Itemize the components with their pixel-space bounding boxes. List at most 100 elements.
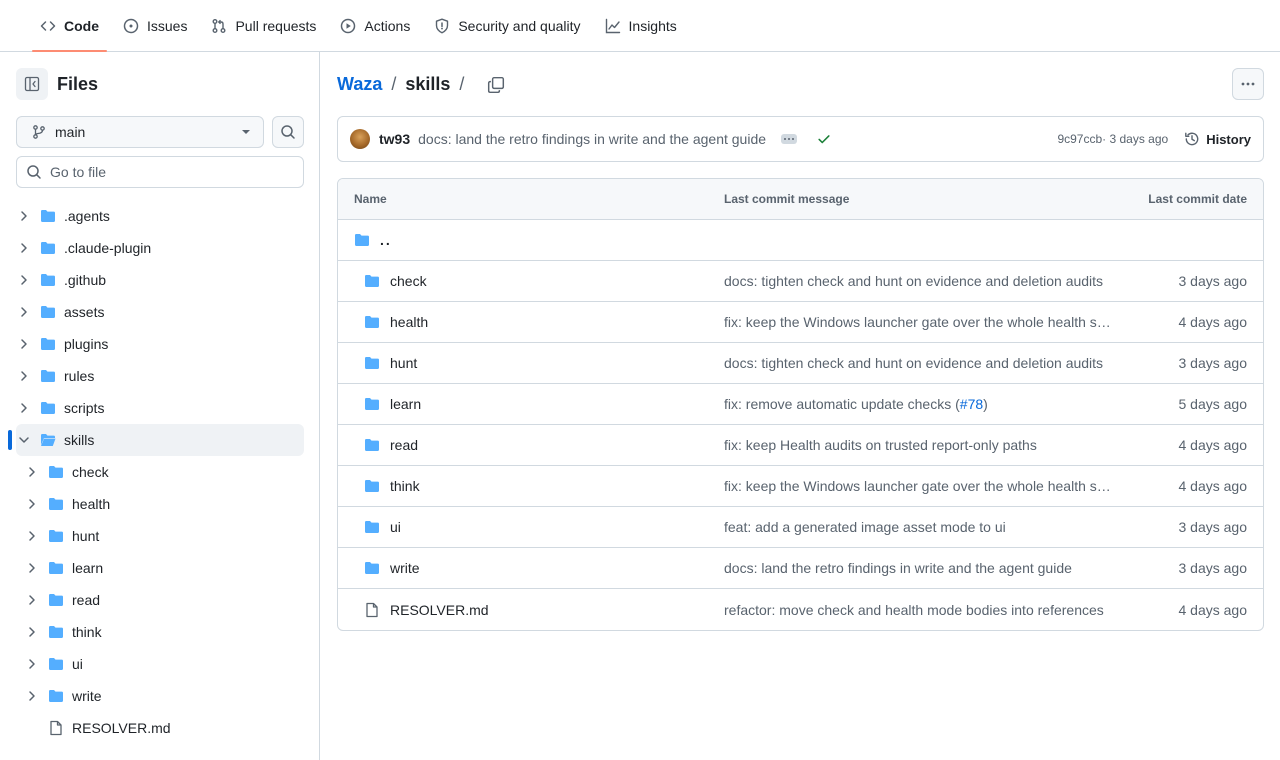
pull-request-icon	[211, 18, 235, 34]
table-row: think fix: keep the Windows launcher gate…	[338, 466, 1263, 507]
chevron-right-icon[interactable]	[24, 656, 40, 672]
chevron-right-icon[interactable]	[16, 304, 32, 320]
chevron-right-icon[interactable]	[24, 560, 40, 576]
tree-item-skills[interactable]: skills	[8, 424, 304, 456]
tab-insights[interactable]: Insights	[597, 0, 685, 52]
tree-item-assets[interactable]: assets	[16, 296, 304, 328]
tree-item-check[interactable]: check	[16, 456, 304, 488]
folder-icon	[364, 273, 380, 289]
chevron-right-icon[interactable]	[16, 208, 32, 224]
tab-issues[interactable]: Issues	[115, 0, 195, 52]
folder-icon	[364, 478, 380, 494]
commit-date: 4 days ago	[1178, 314, 1248, 330]
commit-author[interactable]: tw93	[379, 131, 410, 147]
tree-item-claude-plugin[interactable]: .claude-plugin	[16, 232, 304, 264]
commit-message-text: fix: keep Health audits on trusted repor…	[724, 437, 1037, 453]
file-name-link[interactable]: hunt	[390, 355, 417, 371]
commit-message-link[interactable]: docs: land the retro findings in write a…	[724, 560, 1179, 576]
file-name-cell: health	[354, 314, 724, 330]
branch-icon	[31, 124, 47, 140]
copy-path-button[interactable]	[487, 76, 505, 94]
chevron-right-icon[interactable]	[24, 592, 40, 608]
more-options-button[interactable]	[1232, 68, 1264, 100]
file-name-link[interactable]: RESOLVER.md	[390, 602, 489, 618]
tree-item-rules[interactable]: rules	[16, 360, 304, 392]
tree-item-label: .agents	[64, 208, 110, 224]
commit-message[interactable]: docs: land the retro findings in write a…	[418, 131, 766, 147]
commit-date: 3 days ago	[1178, 273, 1248, 289]
breadcrumb-separator: /	[459, 74, 465, 94]
table-row: health fix: keep the Windows launcher gat…	[338, 302, 1263, 343]
tree-item-health[interactable]: health	[16, 488, 304, 520]
tab-actions[interactable]: Actions	[332, 0, 418, 52]
folder-icon	[48, 656, 64, 672]
commit-message-link[interactable]: fix: keep the Windows launcher gate over…	[724, 478, 1179, 494]
tab-code[interactable]: Code	[32, 0, 107, 52]
table-row: read fix: keep Health audits on trusted r…	[338, 425, 1263, 466]
file-name-link[interactable]: health	[390, 314, 428, 330]
file-name-link[interactable]: ui	[390, 519, 401, 535]
commit-sha[interactable]: 9c97ccb	[1057, 132, 1102, 146]
file-name-link[interactable]: think	[390, 478, 420, 494]
commit-message-link[interactable]: fix: keep the Windows launcher gate over…	[724, 314, 1179, 330]
file-name-cell: ui	[354, 519, 724, 535]
file-table: Name Last commit message Last commit dat…	[337, 178, 1264, 631]
commit-message-text: docs: tighten check and hunt on evidence…	[724, 355, 1104, 371]
table-row: hunt docs: tighten check and hunt on evid…	[338, 343, 1263, 384]
commit-date: 4 days ago	[1178, 437, 1248, 453]
file-name-link[interactable]: check	[390, 273, 427, 289]
tree-item-learn[interactable]: learn	[16, 552, 304, 584]
tree-item-read[interactable]: read	[16, 584, 304, 616]
parent-directory-cell: ..	[354, 232, 724, 248]
commit-message-link[interactable]: fix: remove automatic update checks (#78…	[724, 396, 1179, 412]
chevron-down-icon[interactable]	[16, 432, 32, 448]
search-files-button[interactable]	[272, 116, 304, 148]
tree-item-agents[interactable]: .agents	[16, 200, 304, 232]
file-name-cell: check	[354, 273, 724, 289]
chevron-right-icon[interactable]	[24, 528, 40, 544]
tree-item-scripts[interactable]: scripts	[16, 392, 304, 424]
commit-message-link[interactable]: feat: add a generated image asset mode t…	[724, 519, 1179, 535]
chevron-right-icon[interactable]	[24, 624, 40, 640]
chevron-right-icon[interactable]	[16, 272, 32, 288]
expand-commit-button[interactable]	[781, 134, 798, 144]
play-icon	[340, 18, 364, 34]
tree-item-plugins[interactable]: plugins	[16, 328, 304, 360]
chevron-right-icon[interactable]	[24, 496, 40, 512]
pull-request-link[interactable]: #78	[960, 396, 983, 412]
go-to-file-field[interactable]	[16, 156, 304, 188]
breadcrumb-repo-link[interactable]: Waza	[337, 74, 382, 95]
tab-security[interactable]: Security and quality	[426, 0, 588, 52]
tree-item-think[interactable]: think	[16, 616, 304, 648]
branch-selector[interactable]: main	[16, 116, 264, 148]
check-icon[interactable]	[817, 132, 831, 146]
collapse-sidebar-button[interactable]	[16, 68, 48, 100]
commit-message-link[interactable]: refactor: move check and health mode bod…	[724, 602, 1179, 618]
chevron-right-icon[interactable]	[16, 400, 32, 416]
parent-directory-link[interactable]: ..	[380, 232, 392, 248]
tree-item-ui[interactable]: ui	[16, 648, 304, 680]
file-name-link[interactable]: write	[390, 560, 420, 576]
tree-item-github[interactable]: .github	[16, 264, 304, 296]
tree-item-hunt[interactable]: hunt	[16, 520, 304, 552]
commit-message-link[interactable]: docs: tighten check and hunt on evidence…	[724, 355, 1179, 371]
chevron-right-icon[interactable]	[24, 688, 40, 704]
tab-pull-requests[interactable]: Pull requests	[203, 0, 324, 52]
go-to-file-input[interactable]	[50, 164, 290, 180]
issue-icon	[123, 18, 147, 34]
parent-directory-row[interactable]: ..	[338, 220, 1263, 261]
commit-message-text: feat: add a generated image asset mode t…	[724, 519, 1006, 535]
tree-item-write[interactable]: write	[16, 680, 304, 712]
commit-message-link[interactable]: docs: tighten check and hunt on evidence…	[724, 273, 1179, 289]
tree-item-resolver-md[interactable]: RESOLVER.md	[16, 712, 304, 744]
chevron-right-icon[interactable]	[16, 240, 32, 256]
chevron-right-icon[interactable]	[16, 336, 32, 352]
folder-icon	[40, 272, 56, 288]
commit-message-link[interactable]: fix: keep Health audits on trusted repor…	[724, 437, 1179, 453]
file-name-link[interactable]: read	[390, 437, 418, 453]
history-button[interactable]: History	[1184, 131, 1251, 147]
file-name-link[interactable]: learn	[390, 396, 421, 412]
chevron-right-icon[interactable]	[24, 464, 40, 480]
avatar[interactable]	[350, 129, 370, 149]
chevron-right-icon[interactable]	[16, 368, 32, 384]
